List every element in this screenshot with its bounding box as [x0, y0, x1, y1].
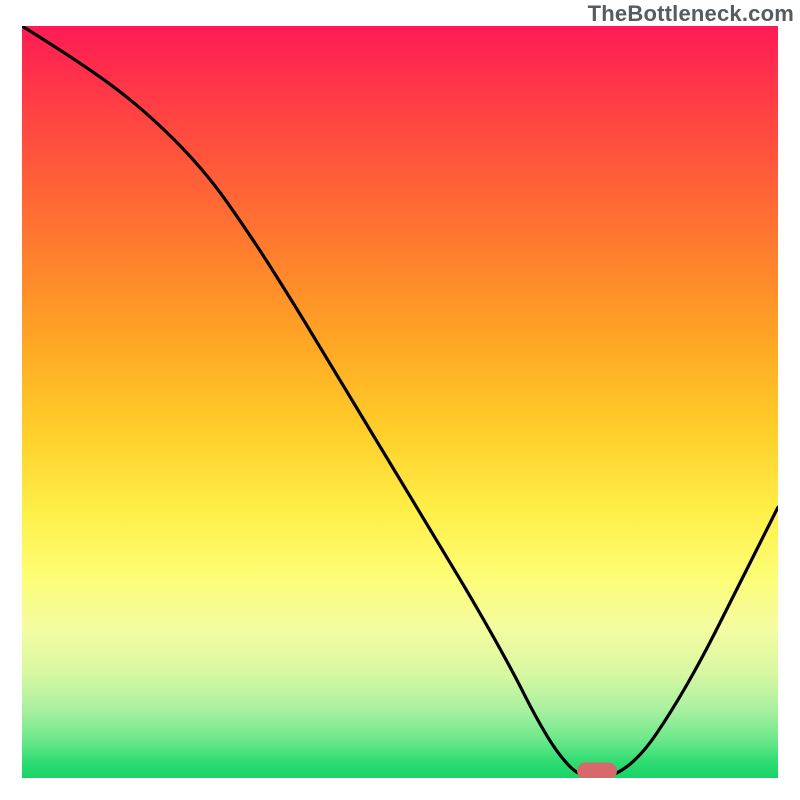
watermark-text: TheBottleneck.com — [588, 1, 794, 27]
bottleneck-curve-path — [22, 26, 778, 778]
optimum-marker — [577, 763, 617, 779]
chart-wrapper: TheBottleneck.com — [0, 0, 800, 800]
plot-area — [22, 26, 778, 778]
bottleneck-curve-svg — [22, 26, 778, 778]
